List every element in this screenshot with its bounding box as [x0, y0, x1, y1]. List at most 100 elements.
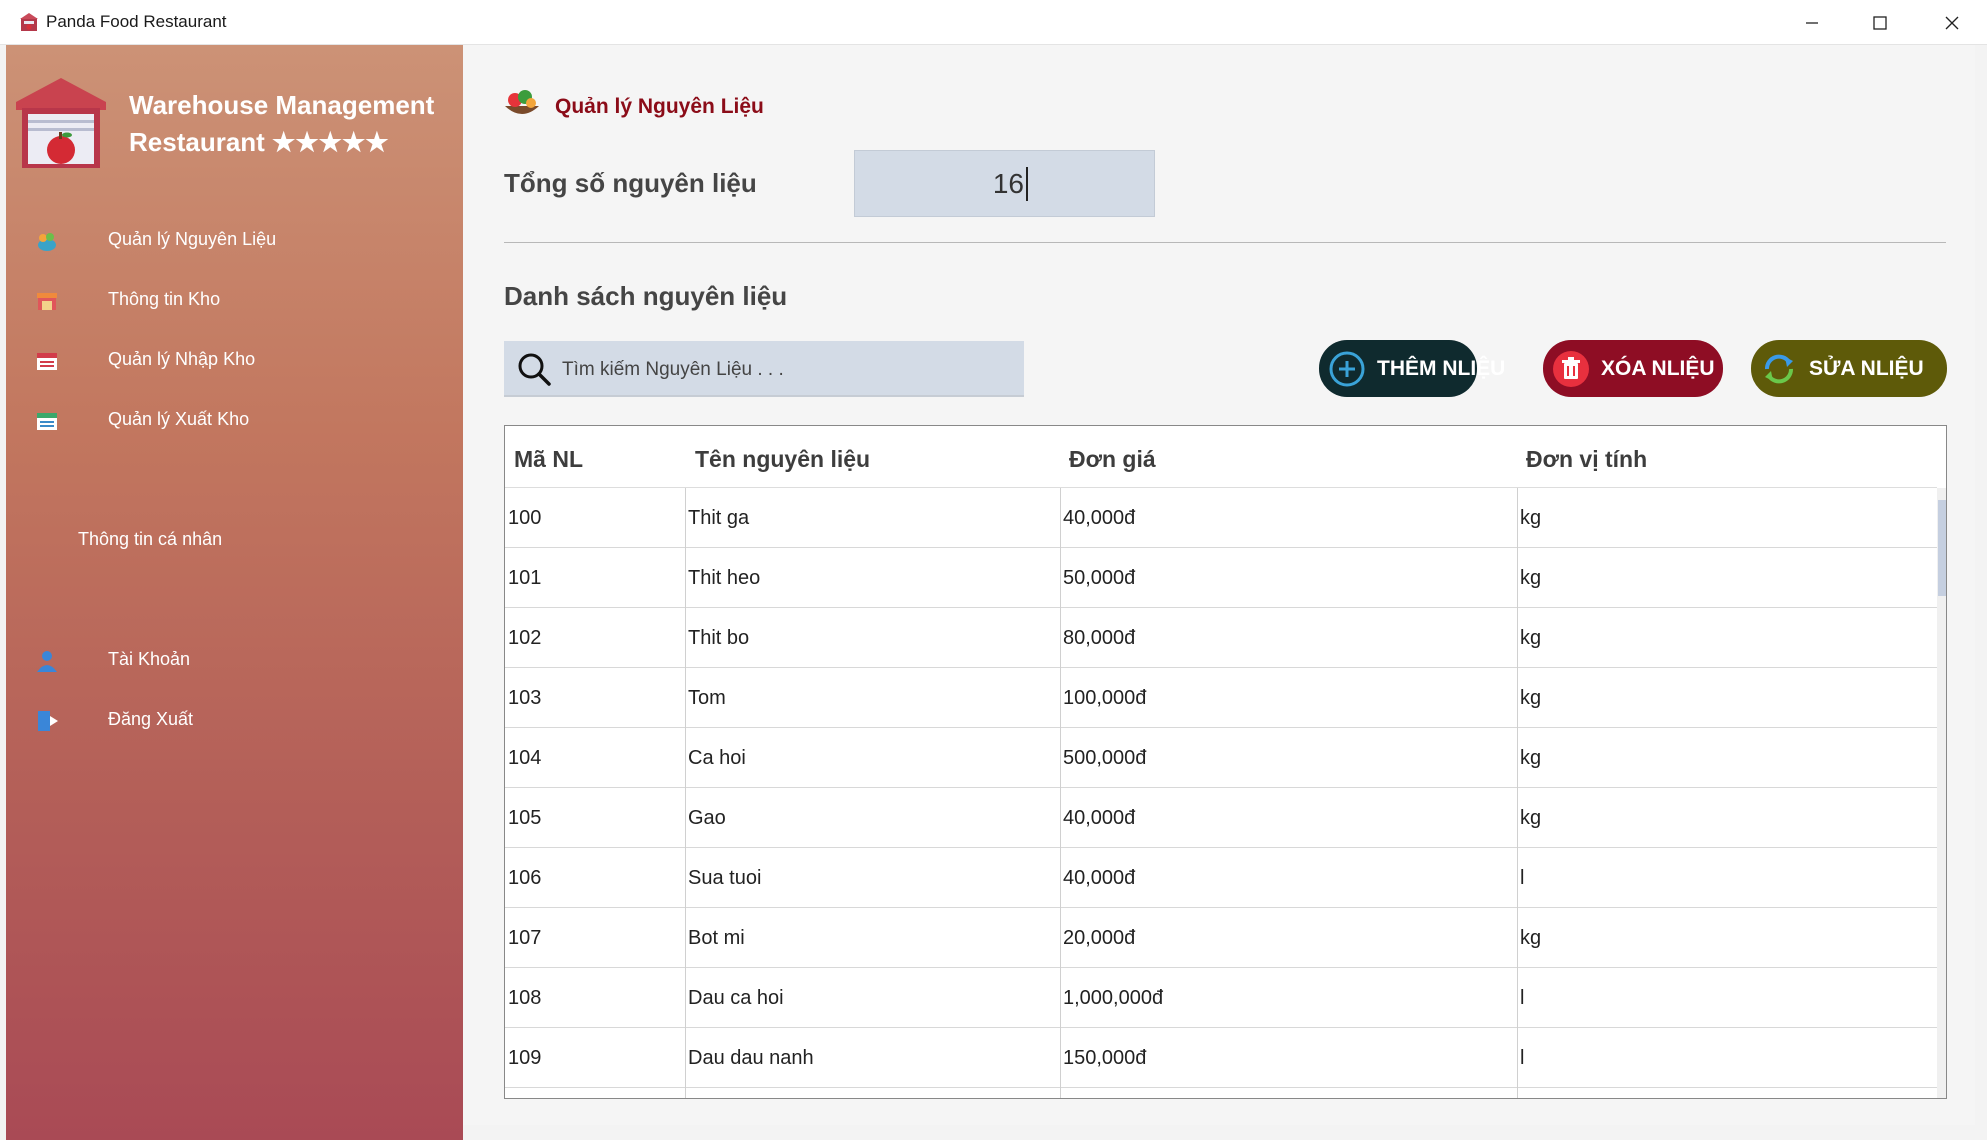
brand-title-line1: Warehouse Management [129, 90, 435, 120]
text-caret [1026, 167, 1028, 201]
page-title: Quản lý Nguyên Liệu [555, 95, 764, 118]
cell-code: 104 [508, 747, 542, 769]
sidebar-item-ingredients[interactable]: Quản lý Nguyên Liệu [6, 218, 463, 262]
cell-name: Dau ca hoi [688, 987, 784, 1009]
edit-ingredient-label: SỬA NLIỆU [1809, 357, 1924, 380]
sidebar-item-logout[interactable]: Đăng Xuất [6, 698, 463, 742]
cell-name: Gao [688, 807, 726, 829]
window-title: Panda Food Restaurant [46, 12, 227, 31]
cell-unit: kg [1520, 687, 1542, 709]
column-header-code[interactable]: Mã NL [514, 446, 583, 473]
close-icon [1945, 16, 1959, 29]
cell-price: 150,000đ [1063, 1047, 1147, 1069]
cell-code: 103 [508, 687, 542, 709]
maximize-icon [1873, 15, 1887, 30]
user-icon [37, 651, 57, 672]
cell-price: 80,000đ [1063, 627, 1136, 649]
maximize-button[interactable] [1845, 0, 1915, 45]
cell-code: 108 [508, 987, 542, 1009]
title-bar: Panda Food Restaurant [0, 0, 1987, 45]
search-input[interactable]: Tìm kiếm Nguyên Liệu . . . [504, 341, 1024, 397]
cell-unit: l [1520, 1047, 1525, 1069]
table-row[interactable]: 107 Bot mi 20,000đ kg [505, 908, 1937, 968]
total-ingredients-field[interactable]: 16 [854, 150, 1155, 217]
cell-price: 20,000đ [1063, 927, 1136, 949]
cell-unit: kg [1520, 927, 1542, 949]
edit-ingredient-button[interactable]: SỬA NLIỆU [1751, 340, 1947, 397]
warehouse-logo-icon [16, 78, 106, 168]
logout-icon [38, 711, 58, 731]
delete-ingredient-button[interactable]: XÓA NLIỆU [1543, 340, 1723, 397]
cell-name: Dau dau nanh [688, 1047, 814, 1069]
cell-unit: l [1520, 987, 1525, 1009]
trash-icon [1553, 351, 1589, 387]
cell-name: Thit heo [688, 567, 761, 589]
sidebar: Warehouse Management Restaurant ★★★★★ Qu… [6, 45, 463, 1140]
cell-price: 100,000đ [1063, 687, 1147, 709]
cell-unit: kg [1520, 507, 1542, 529]
add-ingredient-button[interactable]: THÊM NLIỆU [1319, 340, 1505, 397]
warehouse-app-icon [20, 13, 38, 31]
sidebar-item-label: Thông tin Kho [108, 289, 221, 309]
table-row[interactable]: 109 Dau dau nanh 150,000đ l [505, 1028, 1937, 1088]
column-header-price[interactable]: Đơn giá [1069, 446, 1156, 473]
table-header: Mã NL Tên nguyên liệu Đơn giá Đơn vị tín… [505, 426, 1937, 488]
cell-code: 100 [508, 507, 542, 529]
table-row[interactable]: 100 Thit ga 40,000đ kg [505, 488, 1937, 548]
cell-price: 40,000đ [1063, 507, 1136, 529]
refresh-icon [1764, 354, 1794, 384]
table-row[interactable]: 101 Thit heo 50,000đ kg [505, 548, 1937, 608]
sidebar-item-import[interactable]: Quản lý Nhập Kho [6, 338, 463, 382]
sidebar-item-warehouse-info[interactable]: Thông tin Kho [6, 278, 463, 322]
cell-unit: kg [1520, 747, 1542, 769]
column-divider [1060, 488, 1061, 1098]
export-warehouse-icon [37, 413, 57, 430]
table-row[interactable]: 108 Dau ca hoi 1,000,000đ l [505, 968, 1937, 1028]
cell-unit: l [1520, 867, 1525, 889]
minimize-button[interactable] [1777, 0, 1847, 45]
sidebar-item-label: Tài Khoản [108, 649, 191, 669]
cell-code: 107 [508, 927, 542, 949]
table-row[interactable]: 102 Thit bo 80,000đ kg [505, 608, 1937, 668]
table-row[interactable]: 104 Ca hoi 500,000đ kg [505, 728, 1937, 788]
vegetables-icon [505, 90, 539, 114]
search-placeholder: Tìm kiếm Nguyên Liệu . . . [562, 359, 784, 380]
vegetables-icon [38, 233, 56, 251]
sidebar-item-label: Quản lý Nguyên Liệu [108, 229, 277, 249]
cell-name: Thit bo [688, 627, 750, 649]
main-content: Quản lý Nguyên Liệu Tổng số nguyên liệu … [463, 45, 1975, 1125]
cell-name: Tom [688, 687, 726, 709]
sidebar-item-label: Đăng Xuất [108, 709, 194, 729]
cell-code: 102 [508, 627, 542, 649]
delete-ingredient-label: XÓA NLIỆU [1601, 357, 1715, 380]
table-scrollbar[interactable] [1937, 488, 1946, 1098]
column-divider [685, 488, 686, 1098]
cell-name: Bot mi [688, 927, 745, 949]
table-row[interactable]: 106 Sua tuoi 40,000đ l [505, 848, 1937, 908]
store-icon [37, 293, 57, 310]
minimize-icon [1806, 21, 1818, 24]
total-ingredients-value: 16 [992, 168, 1024, 199]
divider [504, 242, 1946, 243]
cell-price: 40,000đ [1063, 807, 1136, 829]
import-warehouse-icon [37, 353, 57, 370]
cell-name: Sua tuoi [688, 867, 762, 889]
sidebar-item-label: Quản lý Xuất Kho [108, 409, 250, 429]
ingredient-list-heading: Danh sách nguyên liệu [504, 281, 788, 311]
sidebar-item-account[interactable]: Tài Khoản [6, 638, 463, 682]
table-row[interactable]: 105 Gao 40,000đ kg [505, 788, 1937, 848]
add-ingredient-label: THÊM NLIỆU [1377, 357, 1506, 380]
cell-unit: kg [1520, 627, 1542, 649]
table-row[interactable]: 103 Tom 100,000đ kg [505, 668, 1937, 728]
scrollbar-thumb[interactable] [1938, 500, 1946, 596]
cell-code: 101 [508, 567, 542, 589]
cell-price: 50,000đ [1063, 567, 1136, 589]
sidebar-item-export[interactable]: Quản lý Xuất Kho [6, 398, 463, 442]
column-header-unit[interactable]: Đơn vị tính [1526, 446, 1647, 473]
cell-unit: kg [1520, 567, 1542, 589]
close-button[interactable] [1917, 0, 1987, 45]
column-header-name[interactable]: Tên nguyên liệu [695, 446, 870, 473]
ingredients-table[interactable]: Mã NL Tên nguyên liệu Đơn giá Đơn vị tín… [504, 425, 1947, 1099]
cell-code: 109 [508, 1047, 542, 1069]
cell-unit: kg [1520, 807, 1542, 829]
